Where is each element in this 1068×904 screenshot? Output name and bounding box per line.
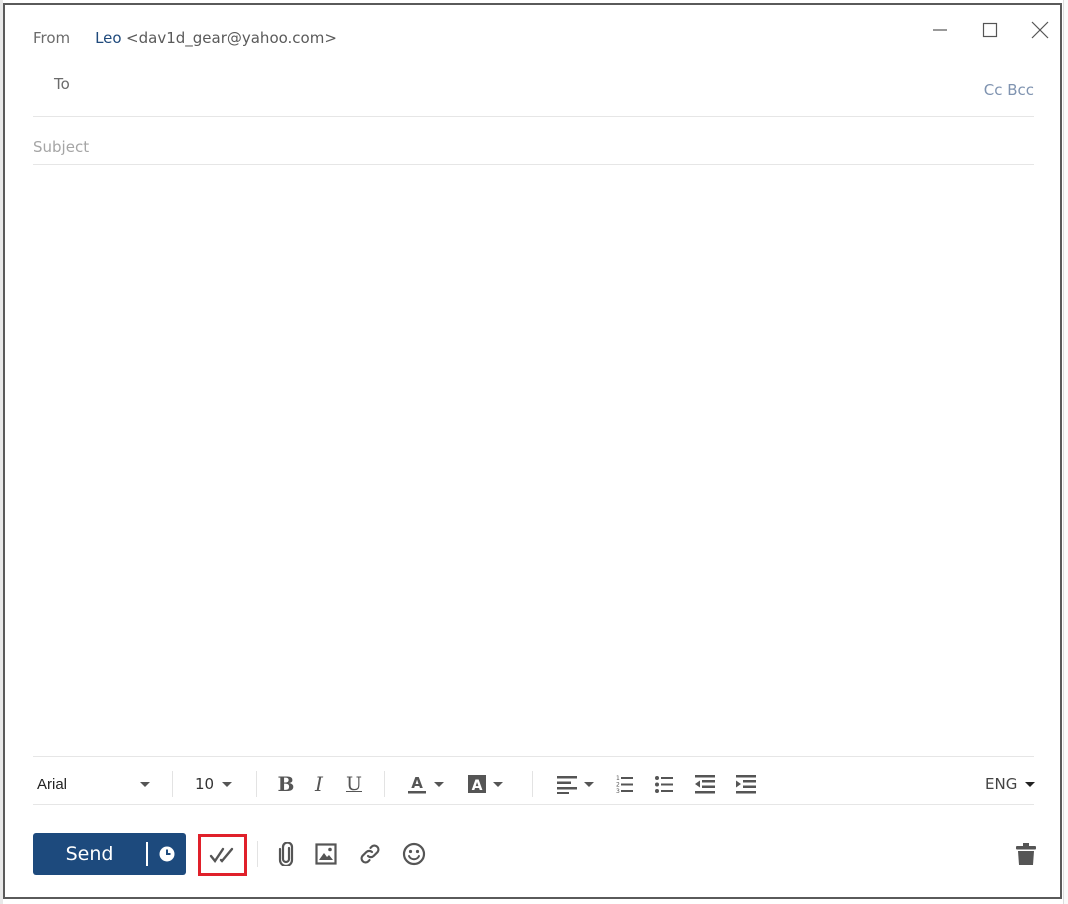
italic-button[interactable]: I: [309, 767, 329, 801]
chevron-down-icon: [584, 781, 594, 787]
send-button-group: Send: [33, 833, 186, 875]
chevron-down-icon: [434, 781, 444, 787]
bullet-list-button[interactable]: [653, 767, 675, 801]
svg-text:3: 3: [616, 788, 620, 794]
chevron-down-icon: [1025, 781, 1036, 787]
from-selector[interactable]: Leo <dav1d_gear@yahoo.com>: [95, 29, 337, 47]
smiley-icon: [402, 842, 426, 866]
divider: [33, 116, 1034, 117]
language-dropdown[interactable]: ENG: [985, 767, 1041, 801]
underline-button[interactable]: U: [343, 767, 365, 801]
emoji-button[interactable]: [401, 841, 427, 867]
highlight-color-button[interactable]: A: [463, 767, 507, 801]
toolbar-separator: [384, 771, 385, 797]
italic-icon: I: [315, 772, 323, 796]
bullet-list-icon: [655, 776, 673, 793]
from-email: <dav1d_gear@yahoo.com>: [126, 29, 337, 47]
double-check-icon: [209, 847, 233, 864]
bold-icon: B: [277, 772, 295, 796]
subject-input[interactable]: [33, 133, 1013, 161]
svg-text:A: A: [472, 778, 483, 794]
to-input[interactable]: [93, 71, 977, 99]
paperclip-icon: [278, 842, 294, 866]
image-icon: [315, 843, 337, 865]
text-color-icon: A: [408, 774, 426, 794]
bold-button[interactable]: B: [275, 767, 297, 801]
svg-text:A: A: [411, 774, 423, 792]
language-value: ENG: [985, 775, 1018, 793]
to-row: To: [33, 71, 1032, 99]
toolbar-separator: [532, 771, 533, 797]
highlight-color-icon: A: [468, 775, 486, 794]
toolbar-separator: [257, 841, 258, 867]
toolbar-separator: [172, 771, 173, 797]
divider: [33, 756, 1034, 757]
message-body[interactable]: [33, 175, 1041, 759]
chevron-down-icon: [140, 781, 150, 787]
discard-button[interactable]: [1013, 841, 1039, 867]
outdent-icon: [695, 775, 715, 794]
from-row: From Leo <dav1d_gear@yahoo.com>: [33, 29, 1032, 48]
send-button[interactable]: Send: [33, 843, 146, 865]
font-size-dropdown[interactable]: 10: [195, 767, 239, 801]
schedule-send-button[interactable]: [148, 833, 186, 875]
toolbar-separator: [256, 771, 257, 797]
indent-icon: [736, 775, 756, 794]
text-color-button[interactable]: A: [403, 767, 447, 801]
from-label: From: [33, 29, 71, 47]
font-family-dropdown[interactable]: Arial: [37, 767, 157, 801]
numbered-list-icon: 1 2 3: [616, 775, 633, 794]
font-size-value: 10: [195, 775, 215, 793]
align-dropdown[interactable]: [553, 767, 597, 801]
clock-icon: [159, 846, 175, 862]
divider: [33, 164, 1034, 165]
compose-window: From Leo <dav1d_gear@yahoo.com> To Cc Bc…: [3, 3, 1062, 899]
to-label: To: [54, 75, 70, 93]
trash-icon: [1016, 843, 1036, 865]
read-receipt-button[interactable]: [198, 834, 247, 876]
font-family-value: Arial: [37, 775, 68, 793]
insert-link-button[interactable]: [357, 841, 383, 867]
cc-bcc-link[interactable]: Cc Bcc: [984, 81, 1034, 99]
insert-image-button[interactable]: [313, 841, 339, 867]
chevron-down-icon: [222, 781, 233, 787]
numbered-list-button[interactable]: 1 2 3: [613, 767, 635, 801]
underline-icon: U: [345, 773, 362, 795]
from-name: Leo: [95, 29, 122, 47]
background-edge-right: [1063, 0, 1068, 904]
chevron-down-icon: [493, 781, 503, 787]
outdent-button[interactable]: [693, 767, 717, 801]
close-icon: [1031, 21, 1049, 39]
link-icon: [360, 844, 380, 864]
divider: [33, 804, 1034, 805]
align-left-icon: [557, 776, 577, 794]
attach-button[interactable]: [274, 841, 298, 867]
indent-button[interactable]: [734, 767, 758, 801]
